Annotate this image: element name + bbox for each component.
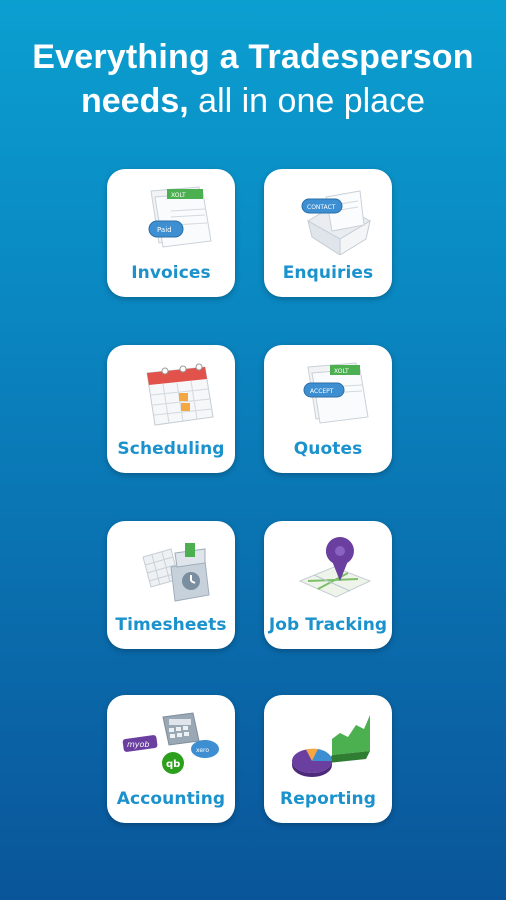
tile-enquiries[interactable]: CONTACT Enquiries <box>264 169 392 297</box>
tile-reporting[interactable]: Reporting <box>264 695 392 823</box>
enquiries-icon: CONTACT <box>301 190 371 255</box>
map-pin-icon <box>298 537 372 598</box>
headline-line-1: Everything a Tradesperson <box>32 38 474 76</box>
accounting-icon: myob xero qb <box>122 712 219 774</box>
quote-tag-text: ACCEPT <box>310 388 334 395</box>
tile-label-timesheets: Timesheets <box>115 615 227 635</box>
calendar-icon <box>146 363 214 426</box>
tile-job-tracking[interactable]: Job Tracking <box>264 521 392 649</box>
tile-timesheets[interactable]: Timesheets <box>107 521 235 649</box>
tile-quotes[interactable]: XOLT ACCEPT Quotes <box>264 345 392 473</box>
headline: Everything a Tradesperson needs, all in … <box>0 36 506 124</box>
tile-label-enquiries: Enquiries <box>282 263 374 283</box>
headline-line-2: needs, all in one place <box>0 78 506 124</box>
invoice-icon: XOLT Paid <box>148 186 212 248</box>
myob-text: myob <box>127 740 150 749</box>
tile-label-reporting: Reporting <box>280 789 376 809</box>
quote-header-text: XOLT <box>334 368 349 375</box>
enquiry-tag-text: CONTACT <box>307 204 336 211</box>
tile-label-invoices: Invoices <box>131 263 211 283</box>
timesheet-icon <box>142 543 210 602</box>
chart-icon <box>292 715 370 777</box>
tile-label-quotes: Quotes <box>293 439 363 459</box>
invoice-tag-text: Paid <box>157 226 172 234</box>
sage-text: xero <box>196 747 209 754</box>
tile-label-accounting: Accounting <box>116 789 226 809</box>
quotes-icon: XOLT ACCEPT <box>303 362 369 424</box>
invoice-header-text: XOLT <box>171 192 186 199</box>
tile-label-scheduling: Scheduling <box>117 439 225 459</box>
tile-accounting[interactable]: myob xero qb Accounting <box>107 695 235 823</box>
tile-scheduling[interactable]: Scheduling <box>107 345 235 473</box>
tile-label-job-tracking: Job Tracking <box>268 615 388 635</box>
headline-bold-word: needs, <box>81 82 189 120</box>
tile-invoices[interactable]: XOLT Paid Invoices <box>107 169 235 297</box>
qb-text: qb <box>166 759 180 770</box>
headline-light-text: all in one place <box>188 82 425 120</box>
